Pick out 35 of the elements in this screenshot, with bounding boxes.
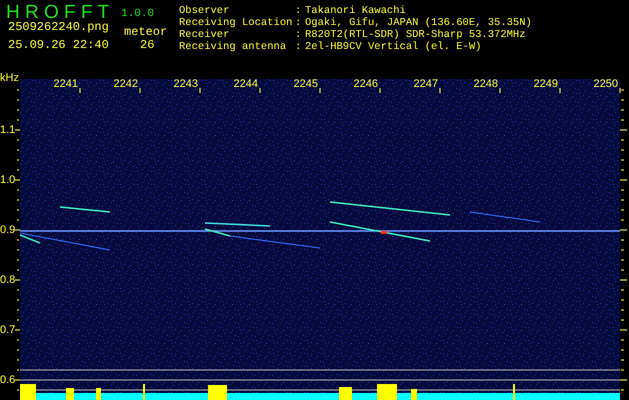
y-axis-label: 1.1 [0,124,16,136]
app-version: 1.0.0 [121,7,154,21]
y-axis-label: 0.6 [0,374,16,386]
info-label: Receiver [179,29,230,41]
x-axis-label: 2243 [172,78,198,90]
info-label: Receiving antenna [179,41,288,53]
info-value: R820T2(RTL-SDR) SDR-Sharp 53.372MHz [305,29,527,41]
separator: : [295,29,302,41]
x-axis-label: 2242 [112,78,138,90]
app-title: H R O F F T [6,2,110,23]
x-axis-label: 2248 [472,78,498,90]
y-axis-label: 0.7 [0,324,16,336]
y-axis-label: 0.9 [0,224,16,236]
info-value: Ogaki, Gifu, JAPAN (136.60E, 35.35N) [305,17,532,29]
x-axis-label: 2247 [412,78,438,90]
meteor-label: meteor [124,25,168,39]
x-axis-label: 2241 [52,78,78,90]
separator: : [295,5,302,17]
x-axis-label: 2246 [352,78,378,90]
axis-unit: kHz [0,72,19,84]
x-axis-label: 2244 [232,78,258,90]
y-axis-label: 0.8 [0,274,16,286]
info-value: 2el-HB9CV Vertical (el. E-W) [305,41,482,53]
timestamp: 25.09.26 22:40 [8,38,109,52]
x-axis-label: 2249 [532,78,558,90]
meteor-count: 26 [140,38,154,52]
separator: : [295,17,302,29]
separator: : [295,41,302,53]
x-axis-label: 2250 [592,78,618,90]
info-value: Takanori Kawachi [305,5,407,17]
y-axis-label: 1.0 [0,174,16,186]
x-axis-label: 2245 [292,78,318,90]
info-label: Observer [179,5,230,17]
info-label: Receiving Location [179,17,294,29]
file-name: 2509262240.png [8,20,109,34]
